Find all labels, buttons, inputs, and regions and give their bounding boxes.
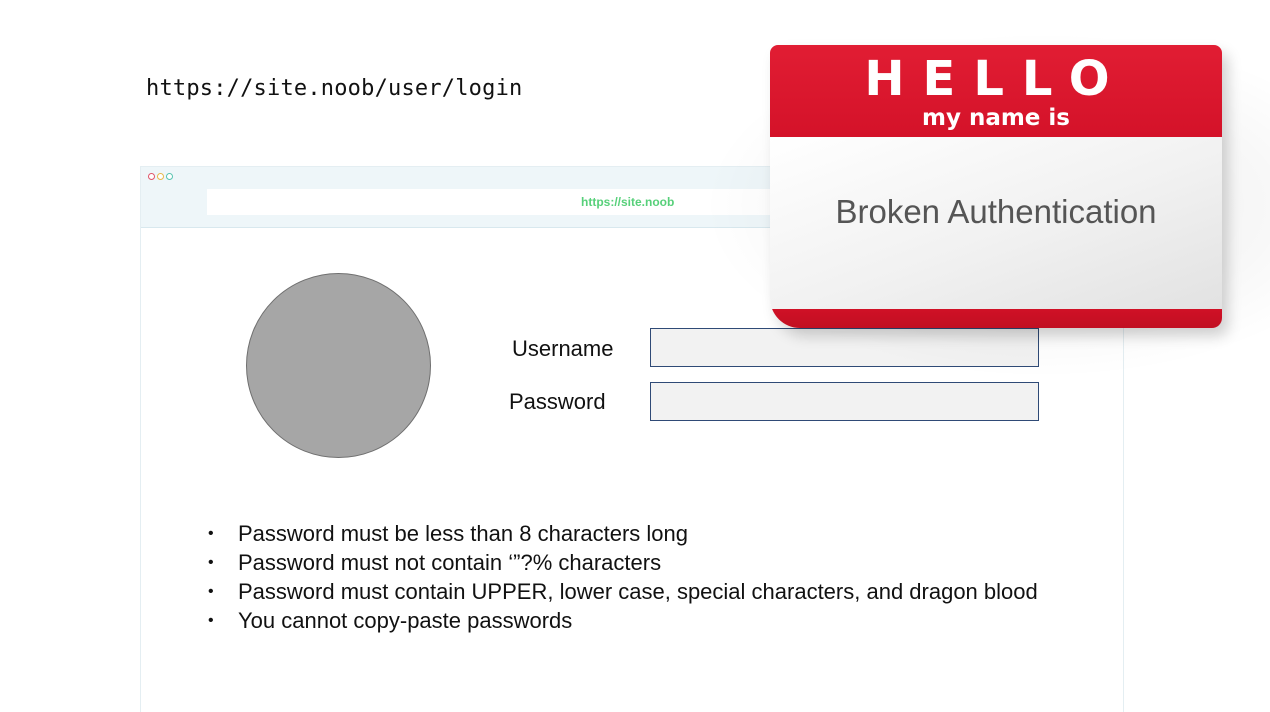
maximize-window-dot-icon[interactable] (166, 173, 173, 180)
name-tag-sticker: HELLO my name is Broken Authentication (770, 45, 1222, 328)
password-rule: • Password must be less than 8 characters… (206, 519, 1038, 548)
name-tag-header: HELLO my name is (770, 45, 1222, 137)
bullet-icon: • (208, 583, 214, 600)
password-input[interactable] (650, 382, 1039, 421)
password-rule-text: Password must contain UPPER, lower case,… (238, 579, 1038, 604)
password-rule: • Password must not contain ‘”?% characte… (206, 548, 1038, 577)
password-rule: • You cannot copy-paste passwords (206, 606, 1038, 635)
bullet-icon: • (208, 554, 214, 571)
password-label: Password (509, 389, 606, 414)
name-tag-hello: HELLO (864, 51, 1128, 107)
close-window-dot-icon[interactable] (148, 173, 155, 180)
password-rule-text: Password must be less than 8 characters … (238, 521, 689, 546)
password-rule-text: Password must not contain ‘”?% character… (238, 550, 662, 575)
password-rule: • Password must contain UPPER, lower case… (206, 577, 1038, 606)
name-tag-subtitle: my name is (921, 105, 1070, 131)
login-url-heading: https://site.noob/user/login (146, 76, 523, 101)
avatar-placeholder (246, 273, 431, 458)
bullet-icon: • (208, 525, 214, 542)
bullet-icon: • (208, 612, 214, 629)
slide: https://site.noob/user/login https://sit… (0, 0, 1270, 712)
password-rules-list: • Password must be less than 8 characters… (206, 519, 1038, 635)
username-label: Username (512, 336, 614, 361)
address-bar-url: https://site.noob (581, 195, 675, 209)
name-tag-name: Broken Authentication (835, 193, 1157, 230)
minimize-window-dot-icon[interactable] (157, 173, 164, 180)
name-tag-footer-strip (770, 309, 1222, 328)
password-rule-text: You cannot copy-paste passwords (238, 608, 573, 633)
window-controls (148, 173, 173, 180)
